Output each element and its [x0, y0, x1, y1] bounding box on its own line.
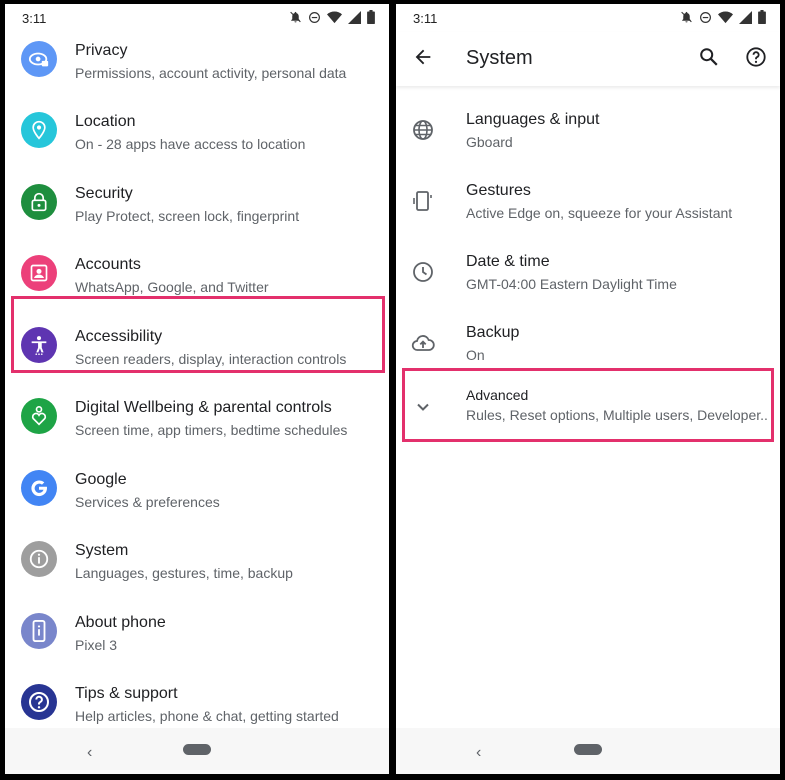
item-title: Security [75, 185, 133, 202]
help-icon [21, 684, 57, 720]
status-time: 3:11 [413, 11, 438, 26]
nav-back-button[interactable]: ‹ [476, 744, 481, 762]
navigation-bar: ‹ [396, 728, 780, 774]
item-title: Accounts [75, 256, 141, 273]
account-box-icon [21, 255, 57, 291]
wellbeing-icon [21, 398, 57, 434]
page-title: System [466, 47, 533, 69]
item-subtitle: Gboard [466, 134, 513, 150]
do-not-disturb-icon [309, 11, 320, 23]
location-pin-icon [21, 112, 57, 148]
system-item-gestures[interactable]: Gestures Active Edge on, squeeze for you… [396, 164, 780, 234]
system-item-date-time[interactable]: Date & time GMT-04:00 Eastern Daylight T… [396, 235, 780, 305]
status-bar: 3:11 [396, 4, 780, 32]
system-item-backup[interactable]: Backup On [396, 306, 780, 376]
battery-icon [758, 10, 766, 24]
status-icons [680, 10, 766, 24]
navigation-bar: ‹ [5, 728, 389, 774]
globe-icon [413, 120, 433, 140]
item-subtitle: Languages, gestures, time, backup [75, 565, 293, 581]
item-title: Privacy [75, 42, 128, 59]
nav-back-button[interactable]: ‹ [87, 744, 92, 762]
signal-icon [348, 10, 361, 24]
item-title: Languages & input [466, 111, 600, 128]
item-title: About phone [75, 614, 166, 631]
settings-item-privacy[interactable]: Privacy Permissions, account activity, p… [5, 24, 389, 94]
item-title: Gestures [466, 182, 531, 199]
info-icon [21, 541, 57, 577]
item-title: Digital Wellbeing & parental controls [75, 399, 332, 416]
settings-item-location[interactable]: Location On - 28 apps have access to loc… [5, 95, 389, 165]
item-subtitle: Help articles, phone & chat, getting sta… [75, 708, 339, 724]
item-subtitle: Pixel 3 [75, 637, 118, 653]
settings-item-about-phone[interactable]: About phone Pixel 3 [5, 596, 389, 666]
nav-home-button[interactable] [574, 744, 602, 755]
item-subtitle: GMT-04:00 Eastern Daylight Time [466, 276, 677, 292]
item-subtitle: On [466, 347, 485, 363]
item-subtitle: On - 28 apps have access to location [75, 136, 306, 152]
gestures-icon [413, 191, 432, 211]
highlight-box-accessibility [11, 296, 385, 373]
system-item-languages[interactable]: Languages & input Gboard [396, 93, 780, 163]
google-icon [21, 470, 57, 506]
settings-item-security[interactable]: Security Play Protect, screen lock, fing… [5, 167, 389, 237]
battery-icon [367, 10, 375, 24]
notifications-off-icon [681, 11, 692, 23]
nav-home-button[interactable] [183, 744, 211, 755]
item-subtitle: Permissions, account activity, personal … [75, 65, 347, 81]
item-subtitle: Active Edge on, squeeze for your Assista… [466, 205, 733, 221]
settings-item-tips-support[interactable]: Tips & support Help articles, phone & ch… [5, 667, 389, 737]
settings-item-system[interactable]: System Languages, gestures, time, backup [5, 524, 389, 594]
highlight-box-advanced [402, 368, 774, 442]
item-subtitle: Screen time, app timers, bedtime schedul… [75, 422, 348, 438]
lock-icon [21, 184, 57, 220]
settings-item-digital-wellbeing[interactable]: Digital Wellbeing & parental controls Sc… [5, 381, 389, 451]
do-not-disturb-icon [700, 11, 711, 23]
item-subtitle: Services & preferences [75, 494, 220, 510]
item-title: System [75, 542, 129, 559]
cloud-upload-icon [411, 335, 435, 351]
signal-icon [739, 10, 752, 24]
help-icon[interactable] [745, 46, 767, 68]
settings-item-google[interactable]: Google Services & preferences [5, 453, 389, 523]
item-subtitle: Play Protect, screen lock, fingerprint [75, 208, 300, 224]
status-icons [289, 10, 375, 24]
phone-info-icon [21, 613, 57, 649]
item-title: Tips & support [75, 685, 178, 702]
item-title: Date & time [466, 253, 550, 270]
item-title: Backup [466, 324, 520, 341]
wifi-icon [718, 11, 733, 23]
privacy-icon [21, 41, 57, 77]
wifi-icon [327, 11, 342, 23]
notifications-off-icon [290, 11, 301, 23]
search-icon[interactable] [698, 46, 720, 68]
item-subtitle: WhatsApp, Google, and Twitter [75, 279, 269, 295]
item-title: Location [75, 113, 136, 130]
back-arrow-icon[interactable] [412, 46, 434, 68]
item-title: Google [75, 471, 127, 488]
settings-screen: 3:11 Privacy Permissions, account activi… [5, 4, 389, 774]
app-bar: System [396, 32, 780, 86]
clock-icon [413, 262, 433, 282]
